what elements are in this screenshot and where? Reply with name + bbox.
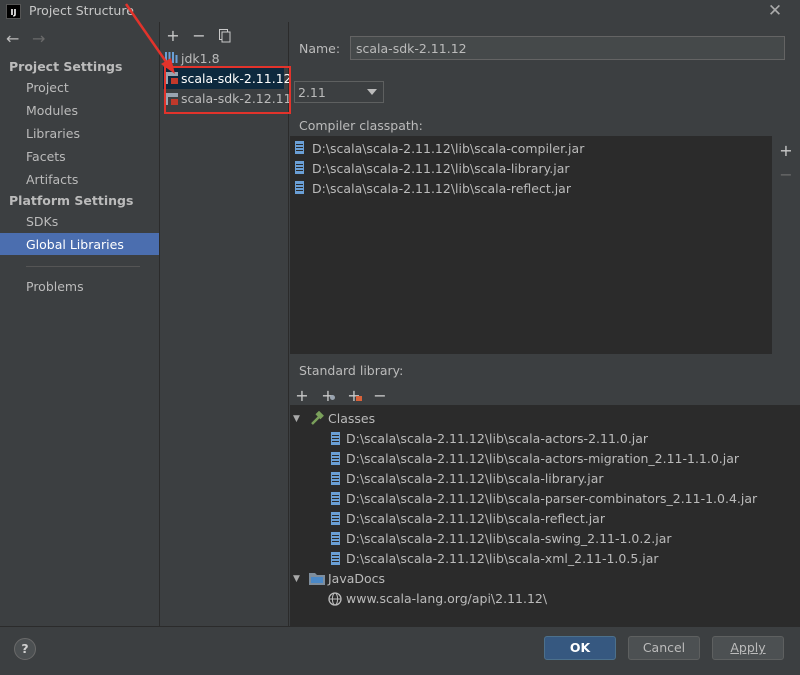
add-classpath-icon[interactable]: + (778, 143, 794, 159)
classes-node[interactable]: Classes (328, 411, 375, 426)
jar-file-icon (331, 432, 340, 445)
class-root-entry[interactable]: D:\scala\scala-2.11.12\lib\scala-actors-… (346, 451, 739, 466)
annotation-highlight-box (164, 66, 291, 114)
scala-version-value: 2.11 (298, 85, 326, 100)
help-button[interactable]: ? (14, 638, 36, 660)
jar-file-icon (295, 161, 304, 174)
project-settings-heading: Project Settings (9, 59, 123, 74)
close-icon[interactable]: ✕ (764, 0, 786, 22)
name-input[interactable] (350, 36, 785, 60)
sidebar-item-global-libraries[interactable]: Global Libraries (26, 237, 124, 252)
class-root-entry[interactable]: D:\scala\scala-2.11.12\lib\scala-parser-… (346, 491, 757, 506)
classpath-entry[interactable]: D:\scala\scala-2.11.12\lib\scala-compile… (312, 141, 584, 156)
copy-library-icon[interactable] (219, 29, 231, 46)
expand-chevron-icon[interactable]: ▼ (293, 574, 300, 584)
sidebar-item-facets[interactable]: Facets (26, 149, 66, 164)
settings-sidebar (0, 22, 160, 626)
scala-version-select[interactable]: 2.11 (294, 81, 384, 103)
sidebar-item-project[interactable]: Project (26, 80, 69, 95)
sidebar-item-libraries[interactable]: Libraries (26, 126, 80, 141)
docs-folder-icon (309, 573, 325, 585)
back-arrow-icon[interactable]: ← (6, 29, 19, 48)
remove-library-icon[interactable]: − (191, 28, 207, 44)
platform-settings-heading: Platform Settings (9, 193, 134, 208)
intellij-logo-icon: IJ (6, 4, 21, 19)
class-root-entry[interactable]: D:\scala\scala-2.11.12\lib\scala-reflect… (346, 511, 605, 526)
hammer-icon (311, 411, 324, 425)
jar-file-icon (295, 181, 304, 194)
expand-chevron-icon[interactable]: ▼ (293, 414, 300, 424)
apply-button[interactable]: Apply (712, 636, 784, 660)
sidebar-item-modules[interactable]: Modules (26, 103, 78, 118)
sidebar-item-artifacts[interactable]: Artifacts (26, 172, 78, 187)
sidebar-separator (26, 266, 140, 267)
apply-button-label: Apply (730, 640, 766, 655)
ok-button[interactable]: OK (544, 636, 616, 660)
compiler-classpath-label: Compiler classpath: (299, 118, 423, 133)
jar-file-icon (295, 141, 304, 154)
class-root-entry[interactable]: D:\scala\scala-2.11.12\lib\scala-library… (346, 471, 604, 486)
remove-classpath-icon[interactable]: − (778, 167, 794, 183)
globe-icon (328, 592, 342, 606)
chevron-down-icon (367, 89, 377, 95)
jar-file-icon (331, 472, 340, 485)
jar-file-icon (331, 512, 340, 525)
jar-file-icon (331, 492, 340, 505)
class-root-entry[interactable]: D:\scala\scala-2.11.12\lib\scala-xml_2.1… (346, 551, 659, 566)
add-root-icon[interactable]: + (294, 388, 310, 404)
class-root-entry[interactable]: D:\scala\scala-2.11.12\lib\scala-swing_2… (346, 531, 672, 546)
add-jar-directory-icon[interactable]: + (320, 388, 336, 404)
javadoc-url-entry[interactable]: www.scala-lang.org/api\2.11.12\ (346, 591, 547, 606)
javadocs-node[interactable]: JavaDocs (328, 571, 385, 586)
sidebar-item-problems[interactable]: Problems (26, 279, 84, 294)
remove-root-icon[interactable]: − (372, 388, 388, 404)
library-item-jdk18[interactable]: jdk1.8 (181, 51, 220, 66)
jar-file-icon (331, 552, 340, 565)
classpath-entry[interactable]: D:\scala\scala-2.11.12\lib\scala-reflect… (312, 181, 571, 196)
name-label: Name: (299, 41, 341, 56)
annotation-arrow-icon (124, 3, 175, 74)
cancel-button[interactable]: Cancel (628, 636, 700, 660)
jar-file-icon (331, 452, 340, 465)
attach-files-icon[interactable]: + (346, 388, 362, 404)
sidebar-item-sdks[interactable]: SDKs (26, 214, 58, 229)
forward-arrow-icon[interactable]: → (32, 29, 45, 48)
window-title: Project Structure (29, 3, 134, 18)
class-root-entry[interactable]: D:\scala\scala-2.11.12\lib\scala-actors-… (346, 431, 648, 446)
jar-file-icon (331, 532, 340, 545)
standard-library-label: Standard library: (299, 363, 404, 378)
classpath-entry[interactable]: D:\scala\scala-2.11.12\lib\scala-library… (312, 161, 570, 176)
